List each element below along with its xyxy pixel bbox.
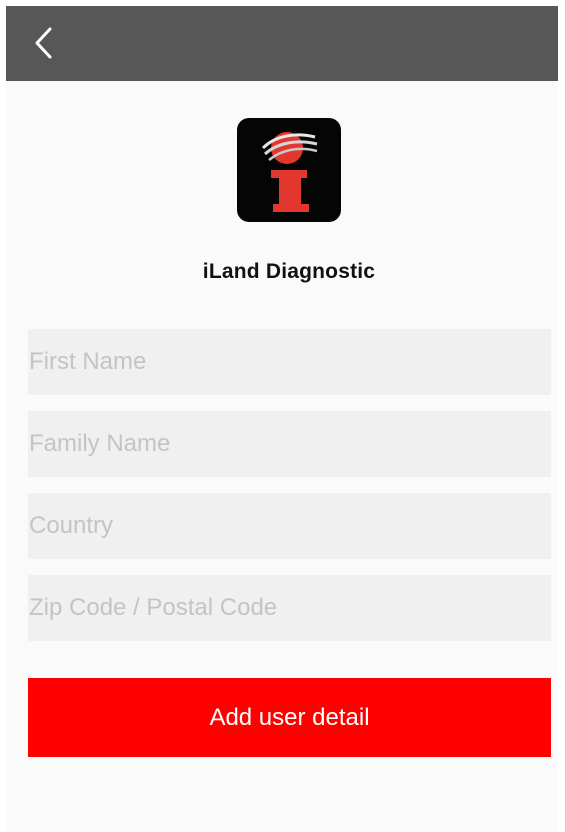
first-name-field[interactable] <box>28 329 551 395</box>
navbar <box>6 6 558 81</box>
zip-code-field[interactable] <box>28 575 551 641</box>
back-button[interactable] <box>26 24 66 64</box>
country-field[interactable] <box>28 493 551 559</box>
first-name-input[interactable] <box>28 329 551 395</box>
country-input[interactable] <box>28 493 551 559</box>
iland-logo-icon <box>237 118 341 222</box>
app-title: iLand Diagnostic <box>202 260 376 283</box>
add-user-screen: iLand Diagnostic Add user detail <box>0 0 565 832</box>
family-name-input[interactable] <box>28 411 551 477</box>
family-name-field[interactable] <box>28 411 551 477</box>
add-user-detail-button[interactable]: Add user detail <box>28 678 551 757</box>
chevron-left-icon <box>35 27 52 59</box>
zip-code-input[interactable] <box>28 575 551 641</box>
